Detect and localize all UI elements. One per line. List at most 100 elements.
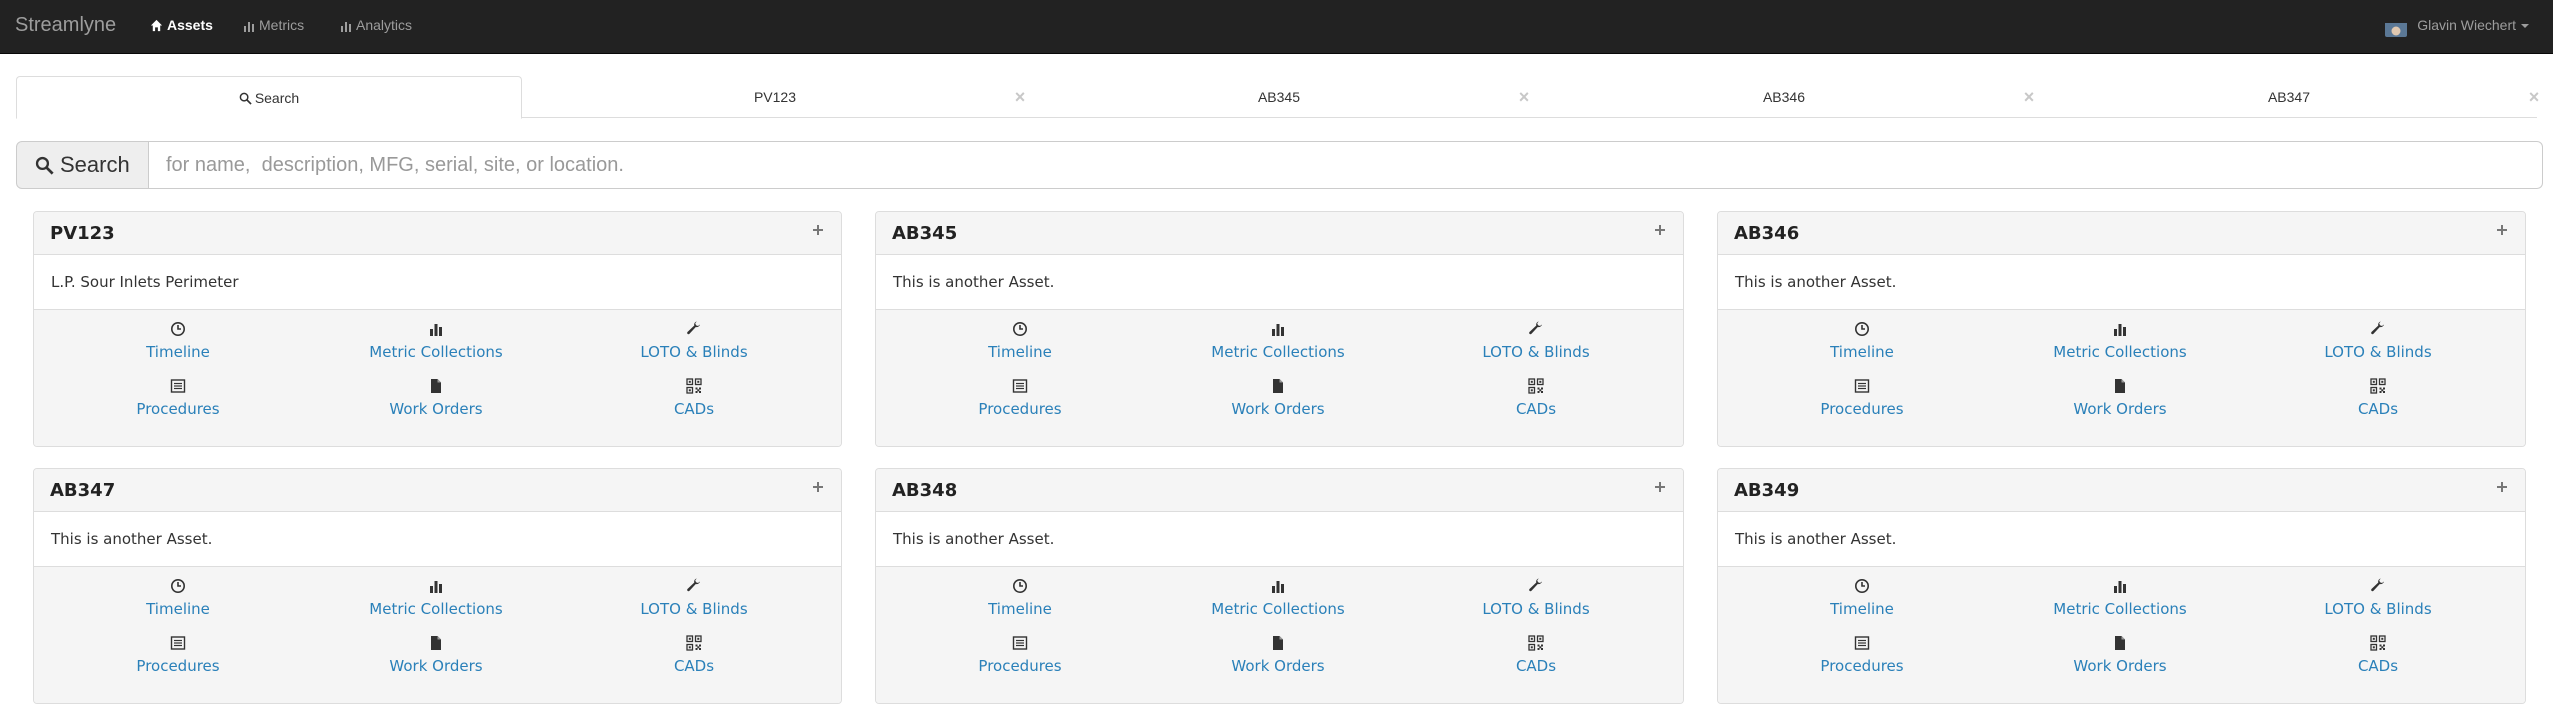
file-icon [1273,379,1283,393]
file-icon [431,379,441,393]
asset-description: This is another Asset. [34,512,841,567]
asset-card: PV123 L.P. Sour Inlets Perimeter Timelin… [33,211,842,447]
asset-name[interactable]: AB349 [1734,469,1799,512]
loto-blinds-label: LOTO & Blinds [640,343,748,361]
loto-blinds-link[interactable]: LOTO & Blinds [564,577,824,618]
loto-blinds-link[interactable]: LOTO & Blinds [1406,320,1666,361]
user-menu[interactable]: Glavin Wiechert [2385,0,2529,54]
search-icon [35,156,54,175]
timeline-link[interactable]: Timeline [1732,577,1992,618]
work-orders-label: Work Orders [1231,400,1325,418]
timeline-link[interactable]: Timeline [48,320,308,361]
procedures-label: Procedures [1820,400,1904,418]
procedures-label: Procedures [1820,657,1904,675]
nav-metrics-label: Metrics [259,17,305,33]
timeline-link[interactable]: Timeline [1732,320,1992,361]
procedures-link[interactable]: Procedures [48,634,308,675]
procedures-link[interactable]: Procedures [890,634,1150,675]
work-orders-link[interactable]: Work Orders [306,634,566,675]
asset-name[interactable]: PV123 [50,212,115,255]
timeline-link[interactable]: Timeline [890,577,1150,618]
asset-name[interactable]: AB348 [892,469,957,512]
plus-icon[interactable] [1654,481,1666,493]
loto-blinds-link[interactable]: LOTO & Blinds [1406,577,1666,618]
wrench-icon [1529,321,1542,335]
tab-search[interactable]: Search [16,76,522,119]
asset-name[interactable]: AB346 [1734,212,1799,255]
nav-metrics[interactable]: Metrics [243,0,304,54]
nav-analytics[interactable]: Analytics [340,0,412,54]
user-name: Glavin Wiechert [2417,17,2516,33]
metric-collections-link[interactable]: Metric Collections [306,577,566,618]
asset-description: L.P. Sour Inlets Perimeter [34,255,841,310]
plus-icon[interactable] [812,224,824,236]
list-alt-icon [170,636,186,650]
loto-blinds-link[interactable]: LOTO & Blinds [2248,577,2508,618]
work-orders-link[interactable]: Work Orders [1990,634,2250,675]
plus-icon[interactable] [812,481,824,493]
file-icon [431,636,441,650]
close-icon[interactable]: × [1516,88,1532,106]
plus-icon[interactable] [1654,224,1666,236]
procedures-link[interactable]: Procedures [1732,377,1992,418]
clock-icon [171,322,185,336]
asset-links: Timeline Metric Collections LOTO & Blind… [34,310,841,446]
file-icon [1273,636,1283,650]
bar-chart-icon [1272,581,1284,593]
work-orders-link[interactable]: Work Orders [1148,634,1408,675]
asset-card-heading: PV123 [34,212,841,255]
cads-link[interactable]: CADs [2248,634,2508,675]
loto-blinds-link[interactable]: LOTO & Blinds [2248,320,2508,361]
tab-label: AB347 [2267,89,2311,105]
plus-icon[interactable] [2496,481,2508,493]
file-icon [2115,636,2125,650]
asset-name[interactable]: AB347 [50,469,115,512]
asset-name[interactable]: AB345 [892,212,957,255]
search-button[interactable]: Search [16,141,149,189]
search-input[interactable] [149,141,2543,189]
metric-collections-label: Metric Collections [1211,343,1345,361]
work-orders-link[interactable]: Work Orders [1148,377,1408,418]
timeline-link[interactable]: Timeline [890,320,1150,361]
search-icon [239,92,252,105]
work-orders-link[interactable]: Work Orders [306,377,566,418]
timeline-link[interactable]: Timeline [48,577,308,618]
loto-blinds-label: LOTO & Blinds [1482,600,1590,618]
work-orders-link[interactable]: Work Orders [1990,377,2250,418]
procedures-link[interactable]: Procedures [890,377,1150,418]
metric-collections-label: Metric Collections [2053,343,2187,361]
metric-collections-link[interactable]: Metric Collections [1148,320,1408,361]
tab-ab345[interactable]: AB345 × [1026,76,1532,118]
brand-logo[interactable]: Streamlyne [15,0,116,54]
cads-link[interactable]: CADs [1406,377,1666,418]
procedures-link[interactable]: Procedures [1732,634,1992,675]
work-orders-label: Work Orders [389,657,483,675]
tab-ab347[interactable]: AB347 × [2036,76,2542,118]
cads-label: CADs [673,657,715,675]
nav-assets[interactable]: Assets [150,0,213,54]
clock-icon [1855,322,1869,336]
close-icon[interactable]: × [2526,88,2542,106]
qrcode-icon [1528,378,1544,394]
list-alt-icon [170,379,186,393]
procedures-link[interactable]: Procedures [48,377,308,418]
loto-blinds-link[interactable]: LOTO & Blinds [564,320,824,361]
work-orders-label: Work Orders [2073,400,2167,418]
metric-collections-link[interactable]: Metric Collections [1990,577,2250,618]
loto-blinds-label: LOTO & Blinds [1482,343,1590,361]
cads-link[interactable]: CADs [564,377,824,418]
cads-link[interactable]: CADs [2248,377,2508,418]
cads-label: CADs [673,400,715,418]
bar-chart-icon [2114,324,2126,336]
tab-ab346[interactable]: AB346 × [1531,76,2037,118]
metric-collections-link[interactable]: Metric Collections [1990,320,2250,361]
timeline-label: Timeline [146,600,210,618]
metric-collections-label: Metric Collections [369,600,503,618]
close-icon[interactable]: × [2021,88,2037,106]
cads-link[interactable]: CADs [564,634,824,675]
metric-collections-link[interactable]: Metric Collections [306,320,566,361]
metric-collections-link[interactable]: Metric Collections [1148,577,1408,618]
tab-pv123[interactable]: PV123 × [522,76,1028,118]
cads-link[interactable]: CADs [1406,634,1666,675]
plus-icon[interactable] [2496,224,2508,236]
